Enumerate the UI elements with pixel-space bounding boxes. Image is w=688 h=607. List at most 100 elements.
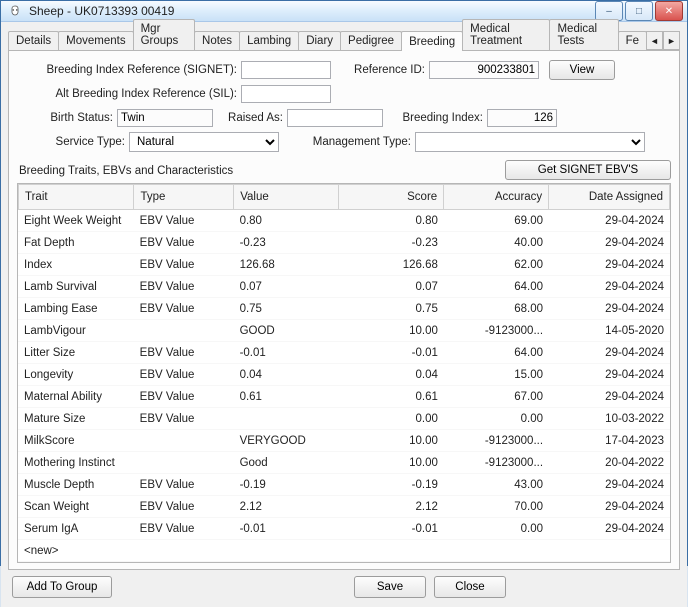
close-button[interactable]: Close	[434, 576, 506, 598]
tab-lambing[interactable]: Lambing	[239, 31, 299, 50]
cell-accuracy[interactable]: 62.00	[444, 254, 549, 276]
cell-trait[interactable]: Mature Size	[18, 408, 134, 430]
cell-trait[interactable]: Serum IgA	[18, 518, 134, 540]
cell-value[interactable]: 0.07	[234, 276, 339, 298]
cell-score[interactable]: -0.01	[339, 518, 444, 540]
cell-accuracy[interactable]: -9123000...	[444, 430, 549, 452]
cell-score[interactable]: -0.23	[339, 232, 444, 254]
cell-score[interactable]: 0.00	[339, 408, 444, 430]
birth-status-field[interactable]	[117, 109, 213, 127]
cell-date[interactable]: 29-04-2024	[549, 210, 670, 232]
col-value[interactable]: Value	[234, 185, 339, 210]
cell-type[interactable]	[134, 320, 234, 342]
cell-date[interactable]: 29-04-2024	[549, 364, 670, 386]
tab-movements[interactable]: Movements	[58, 31, 133, 50]
cell-value[interactable]: 0.75	[234, 298, 339, 320]
cell-type[interactable]: EBV Value	[134, 496, 234, 518]
table-row[interactable]: Litter SizeEBV Value-0.01-0.0164.0029-04…	[18, 342, 670, 364]
cell-value[interactable]: -0.01	[234, 342, 339, 364]
save-button[interactable]: Save	[354, 576, 426, 598]
table-row[interactable]: Lamb SurvivalEBV Value0.070.0764.0029-04…	[18, 276, 670, 298]
cell-value[interactable]: -0.23	[234, 232, 339, 254]
cell-type[interactable]: EBV Value	[134, 276, 234, 298]
tab-breeding[interactable]: Breeding	[401, 31, 463, 51]
cell-type[interactable]: EBV Value	[134, 518, 234, 540]
cell-value[interactable]: 0.80	[234, 210, 339, 232]
cell-accuracy[interactable]: 64.00	[444, 276, 549, 298]
tab-overflow[interactable]: Fe	[618, 31, 647, 50]
cell-score[interactable]: -0.19	[339, 474, 444, 496]
cell-date[interactable]: 29-04-2024	[549, 232, 670, 254]
cell-date[interactable]: 29-04-2024	[549, 342, 670, 364]
service-type-select[interactable]: Natural	[129, 132, 279, 152]
cell-accuracy[interactable]: 67.00	[444, 386, 549, 408]
cell-value[interactable]	[234, 540, 339, 562]
cell-trait[interactable]: Longevity	[18, 364, 134, 386]
cell-accuracy[interactable]: 70.00	[444, 496, 549, 518]
cell-accuracy[interactable]: 68.00	[444, 298, 549, 320]
tab-diary[interactable]: Diary	[298, 31, 341, 50]
cell-accuracy[interactable]: 0.00	[444, 518, 549, 540]
cell-date[interactable]: 20-04-2022	[549, 452, 670, 474]
alt-bir-input[interactable]	[241, 85, 331, 103]
cell-value[interactable]: VERYGOOD	[234, 430, 339, 452]
cell-score[interactable]: -0.01	[339, 342, 444, 364]
tab-pedigree[interactable]: Pedigree	[340, 31, 402, 50]
cell-trait[interactable]: MilkScore	[18, 430, 134, 452]
cell-accuracy[interactable]: -9123000...	[444, 320, 549, 342]
add-to-group-button[interactable]: Add To Group	[12, 576, 112, 598]
cell-type[interactable]	[134, 540, 234, 562]
cell-score[interactable]: 2.12	[339, 496, 444, 518]
breeding-index-field[interactable]	[487, 109, 557, 127]
cell-date[interactable]: 29-04-2024	[549, 276, 670, 298]
cell-accuracy[interactable]: -9123000...	[444, 452, 549, 474]
cell-date[interactable]: 29-04-2024	[549, 496, 670, 518]
col-trait[interactable]: Trait	[19, 185, 134, 210]
traits-grid[interactable]: Trait Type Value Score Accuracy Date Ass…	[17, 183, 671, 563]
mgmt-type-select[interactable]	[415, 132, 645, 152]
cell-value[interactable]: 126.68	[234, 254, 339, 276]
cell-trait[interactable]: Maternal Ability	[18, 386, 134, 408]
cell-trait[interactable]: Index	[18, 254, 134, 276]
cell-value[interactable]	[234, 408, 339, 430]
table-row[interactable]: Maternal AbilityEBV Value0.610.6167.0029…	[18, 386, 670, 408]
table-row[interactable]: MilkScoreVERYGOOD10.00-9123000...17-04-2…	[18, 430, 670, 452]
cell-trait[interactable]: LambVigour	[18, 320, 134, 342]
cell-date[interactable]: 29-04-2024	[549, 386, 670, 408]
cell-type[interactable]: EBV Value	[134, 298, 234, 320]
cell-type[interactable]	[134, 452, 234, 474]
minimize-button[interactable]: –	[595, 1, 623, 21]
cell-value[interactable]: 0.04	[234, 364, 339, 386]
raised-as-input[interactable]	[287, 109, 383, 127]
cell-trait[interactable]: Lamb Survival	[18, 276, 134, 298]
cell-value[interactable]: 2.12	[234, 496, 339, 518]
col-accuracy[interactable]: Accuracy	[444, 185, 549, 210]
table-row[interactable]: <new>	[18, 540, 670, 562]
cell-trait[interactable]: Scan Weight	[18, 496, 134, 518]
cell-value[interactable]: Good	[234, 452, 339, 474]
tab-notes[interactable]: Notes	[194, 31, 240, 50]
get-signet-ebvs-button[interactable]: Get SIGNET EBV'S	[505, 160, 671, 180]
cell-date[interactable]: 29-04-2024	[549, 518, 670, 540]
cell-score[interactable]: 126.68	[339, 254, 444, 276]
bir-input[interactable]	[241, 61, 331, 79]
cell-score[interactable]: 10.00	[339, 320, 444, 342]
cell-trait[interactable]: Litter Size	[18, 342, 134, 364]
cell-date[interactable]	[549, 540, 670, 562]
view-button[interactable]: View	[549, 60, 615, 80]
table-row[interactable]: LambVigourGOOD10.00-9123000...14-05-2020	[18, 320, 670, 342]
cell-trait[interactable]: Muscle Depth	[18, 474, 134, 496]
cell-type[interactable]: EBV Value	[134, 232, 234, 254]
table-row[interactable]: Mothering InstinctGood10.00-9123000...20…	[18, 452, 670, 474]
table-row[interactable]: Muscle DepthEBV Value-0.19-0.1943.0029-0…	[18, 474, 670, 496]
cell-score[interactable]: 0.80	[339, 210, 444, 232]
cell-date[interactable]: 29-04-2024	[549, 474, 670, 496]
cell-trait[interactable]: <new>	[18, 540, 134, 562]
refid-field[interactable]	[429, 61, 539, 79]
cell-value[interactable]: 0.61	[234, 386, 339, 408]
col-type[interactable]: Type	[134, 185, 234, 210]
table-row[interactable]: Lambing EaseEBV Value0.750.7568.0029-04-…	[18, 298, 670, 320]
maximize-button[interactable]: □	[625, 1, 653, 21]
table-row[interactable]: Eight Week WeightEBV Value0.800.8069.002…	[18, 210, 670, 232]
close-window-button[interactable]: ✕	[655, 1, 683, 21]
